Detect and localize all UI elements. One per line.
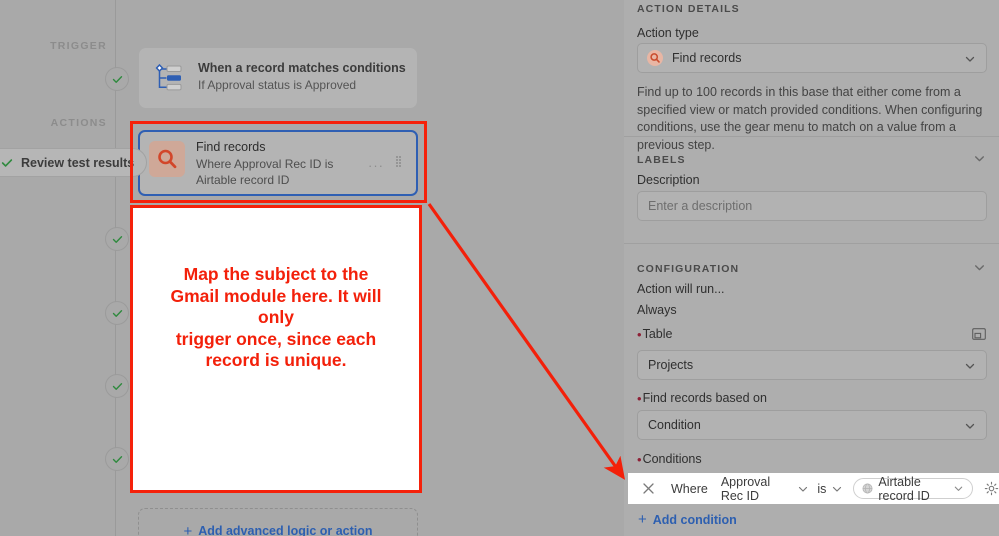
condition-value-label: Airtable record ID bbox=[878, 474, 930, 503]
close-icon[interactable] bbox=[642, 482, 655, 495]
action-node-2[interactable] bbox=[105, 301, 129, 325]
plus-icon: + bbox=[638, 511, 647, 528]
magnifier-circle-icon bbox=[647, 50, 663, 66]
chevron-down-icon bbox=[964, 53, 976, 68]
record-match-conditions-icon bbox=[152, 61, 186, 95]
conditions-label: Conditions bbox=[642, 452, 702, 466]
chevron-down-icon bbox=[964, 420, 976, 435]
labels-collapse-chevron-icon[interactable] bbox=[973, 152, 986, 170]
trigger-node[interactable] bbox=[105, 67, 129, 91]
required-marker: • bbox=[637, 451, 642, 467]
action-will-run-label: Action will run... bbox=[637, 282, 725, 296]
trigger-section-label: TRIGGER bbox=[50, 40, 107, 52]
action-node-1[interactable] bbox=[105, 227, 129, 251]
conditions-label-row: • Conditions bbox=[637, 452, 702, 466]
condition-row[interactable]: Where Approval Rec ID is Airtable record… bbox=[628, 473, 999, 504]
annotation-note: Map the subject to the Gmail module here… bbox=[130, 205, 422, 493]
condition-field-value[interactable]: Approval Rec ID bbox=[721, 475, 793, 503]
check-icon bbox=[112, 382, 122, 390]
action-type-description: Find up to 100 records in this base that… bbox=[637, 85, 983, 152]
configuration-collapse-chevron-icon[interactable] bbox=[973, 261, 986, 279]
description-label: Description bbox=[637, 173, 700, 187]
add-advanced-logic-label: Add advanced logic or action bbox=[198, 524, 373, 536]
description-placeholder: Enter a description bbox=[648, 199, 753, 213]
action-node-3[interactable] bbox=[105, 374, 129, 398]
check-icon bbox=[112, 75, 122, 83]
action-details-panel: ACTION DETAILS Action type Find records … bbox=[624, 0, 999, 536]
add-condition-label: Add condition bbox=[652, 512, 737, 527]
action-type-value: Find records bbox=[672, 51, 742, 65]
required-marker: • bbox=[637, 390, 642, 406]
check-icon bbox=[112, 309, 122, 317]
based-on-label-row: • Find records based on bbox=[637, 391, 767, 405]
chevron-down-icon[interactable] bbox=[797, 483, 809, 495]
table-label-row: • Table bbox=[637, 327, 672, 341]
chevron-down-icon[interactable] bbox=[953, 483, 964, 494]
find-records-highlight bbox=[130, 121, 427, 203]
check-icon bbox=[1, 158, 13, 167]
description-input[interactable]: Enter a description bbox=[637, 191, 987, 221]
trigger-card-subtitle: If Approval status is Approved bbox=[198, 78, 357, 92]
trigger-card-title: When a record matches conditions bbox=[198, 61, 406, 75]
add-advanced-logic-button[interactable]: + Add advanced logic or action bbox=[138, 508, 418, 536]
review-test-results-label: Review test results bbox=[21, 155, 135, 170]
action-type-select[interactable]: Find records bbox=[637, 43, 987, 73]
divider bbox=[624, 136, 999, 137]
labels-heading: LABELS bbox=[637, 154, 686, 166]
expand-panel-icon[interactable] bbox=[972, 327, 986, 345]
condition-value-token[interactable]: Airtable record ID bbox=[853, 475, 973, 503]
chevron-down-icon bbox=[964, 360, 976, 375]
based-on-value: Condition bbox=[648, 418, 701, 432]
check-icon bbox=[112, 455, 122, 463]
divider bbox=[624, 243, 999, 244]
action-details-heading: ACTION DETAILS bbox=[637, 3, 740, 15]
find-records-based-on-label: Find records based on bbox=[642, 391, 767, 405]
check-icon bbox=[112, 235, 122, 243]
review-test-results-button[interactable]: Review test results bbox=[0, 148, 148, 177]
plus-icon: + bbox=[183, 522, 193, 536]
table-select[interactable]: Projects bbox=[637, 350, 987, 380]
annotation-note-text: Map the subject to the Gmail module here… bbox=[170, 264, 382, 370]
table-value: Projects bbox=[648, 358, 694, 372]
add-condition-button[interactable]: + Add condition bbox=[638, 512, 737, 527]
globe-icon bbox=[862, 483, 873, 494]
action-will-run-value: Always bbox=[637, 303, 677, 317]
table-label: Table bbox=[642, 327, 673, 341]
chevron-down-icon[interactable] bbox=[831, 483, 843, 495]
where-label: Where bbox=[671, 481, 708, 496]
action-node-4[interactable] bbox=[105, 447, 129, 471]
based-on-select[interactable]: Condition bbox=[637, 410, 987, 440]
configuration-heading: CONFIGURATION bbox=[637, 263, 740, 275]
required-marker: • bbox=[637, 326, 642, 342]
trigger-card[interactable]: When a record matches conditions If Appr… bbox=[139, 48, 417, 108]
action-type-label: Action type bbox=[637, 26, 699, 40]
condition-operator-value[interactable]: is bbox=[817, 482, 826, 496]
actions-section-label: ACTIONS bbox=[50, 117, 107, 129]
gear-icon[interactable] bbox=[984, 481, 999, 496]
